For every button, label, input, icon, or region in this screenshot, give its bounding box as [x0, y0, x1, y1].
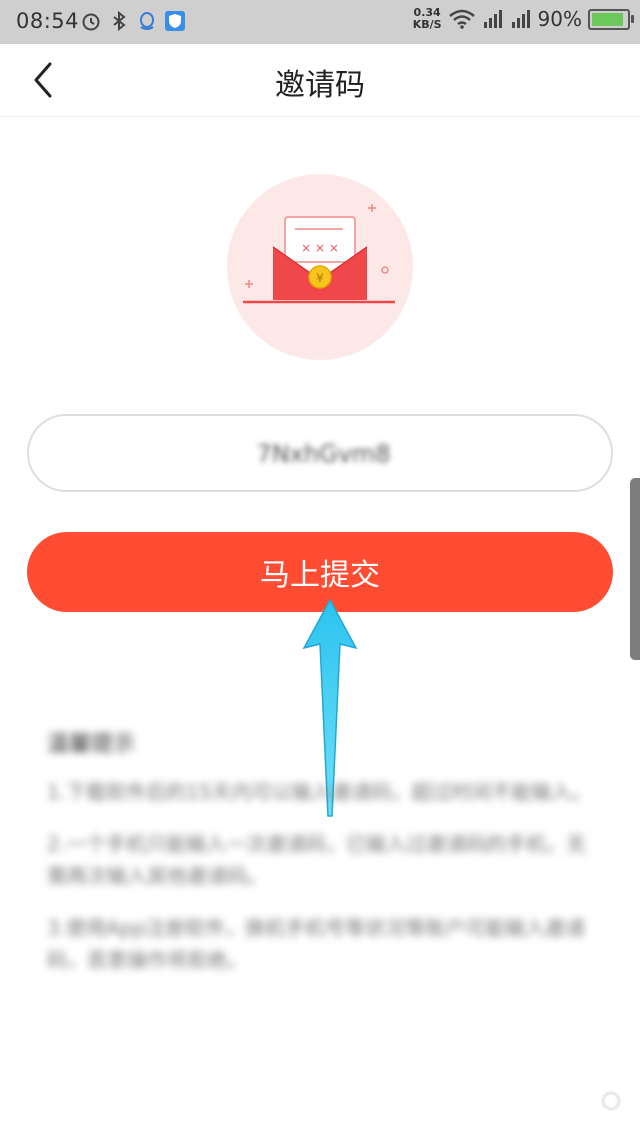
status-bar: 08:54 0.34 KB/S 90%: [0, 0, 640, 44]
tip-item: 3.使用App注册软件，换机手机号等状况等账户可能输入邀请码，恶意操作将拒绝。: [47, 916, 586, 972]
tips-section: 温馨提示 1.下载软件后的15天内可以输入邀请码，超过时间不能输入。 2.一个手…: [47, 726, 603, 996]
battery-icon: [588, 8, 634, 30]
watermark: [602, 1092, 620, 1110]
tips-title: 温馨提示: [47, 732, 136, 757]
battery-percent: 90%: [537, 7, 582, 31]
status-icons-right: 0.34 KB/S 90%: [413, 7, 634, 31]
signal-4g-icon: [511, 10, 530, 28]
network-speed: 0.34 KB/S: [413, 7, 442, 31]
page-title: 邀请码: [275, 68, 365, 103]
status-icons-left: [80, 10, 186, 32]
svg-text:× × ×: × × ×: [301, 241, 339, 255]
alarm-icon: [82, 13, 100, 31]
wifi-icon: [448, 9, 475, 29]
watermark-logo-icon: [602, 1092, 620, 1110]
qq-icon: [140, 12, 154, 30]
invite-code-input[interactable]: [209, 434, 438, 474]
status-time: 08:54: [16, 9, 80, 33]
tip-item: 2.一个手机只能输入一次邀请码，已输入过邀请码的手机，无需再次输入其他邀请码。: [47, 832, 587, 888]
tip-item: 1.下载软件后的15天内可以输入邀请码，超过时间不能输入。: [47, 780, 592, 804]
shield-icon: [165, 11, 185, 31]
red-envelope-icon: × × × ¥: [227, 174, 413, 360]
signal-icon: [483, 10, 502, 28]
nav-bar: 邀请码: [0, 44, 640, 117]
side-scroll-handle[interactable]: [630, 478, 640, 660]
bluetooth-icon: [113, 10, 126, 32]
speed-unit: KB/S: [412, 18, 442, 31]
svg-text:¥: ¥: [316, 271, 324, 285]
invite-code-field[interactable]: [27, 414, 613, 492]
